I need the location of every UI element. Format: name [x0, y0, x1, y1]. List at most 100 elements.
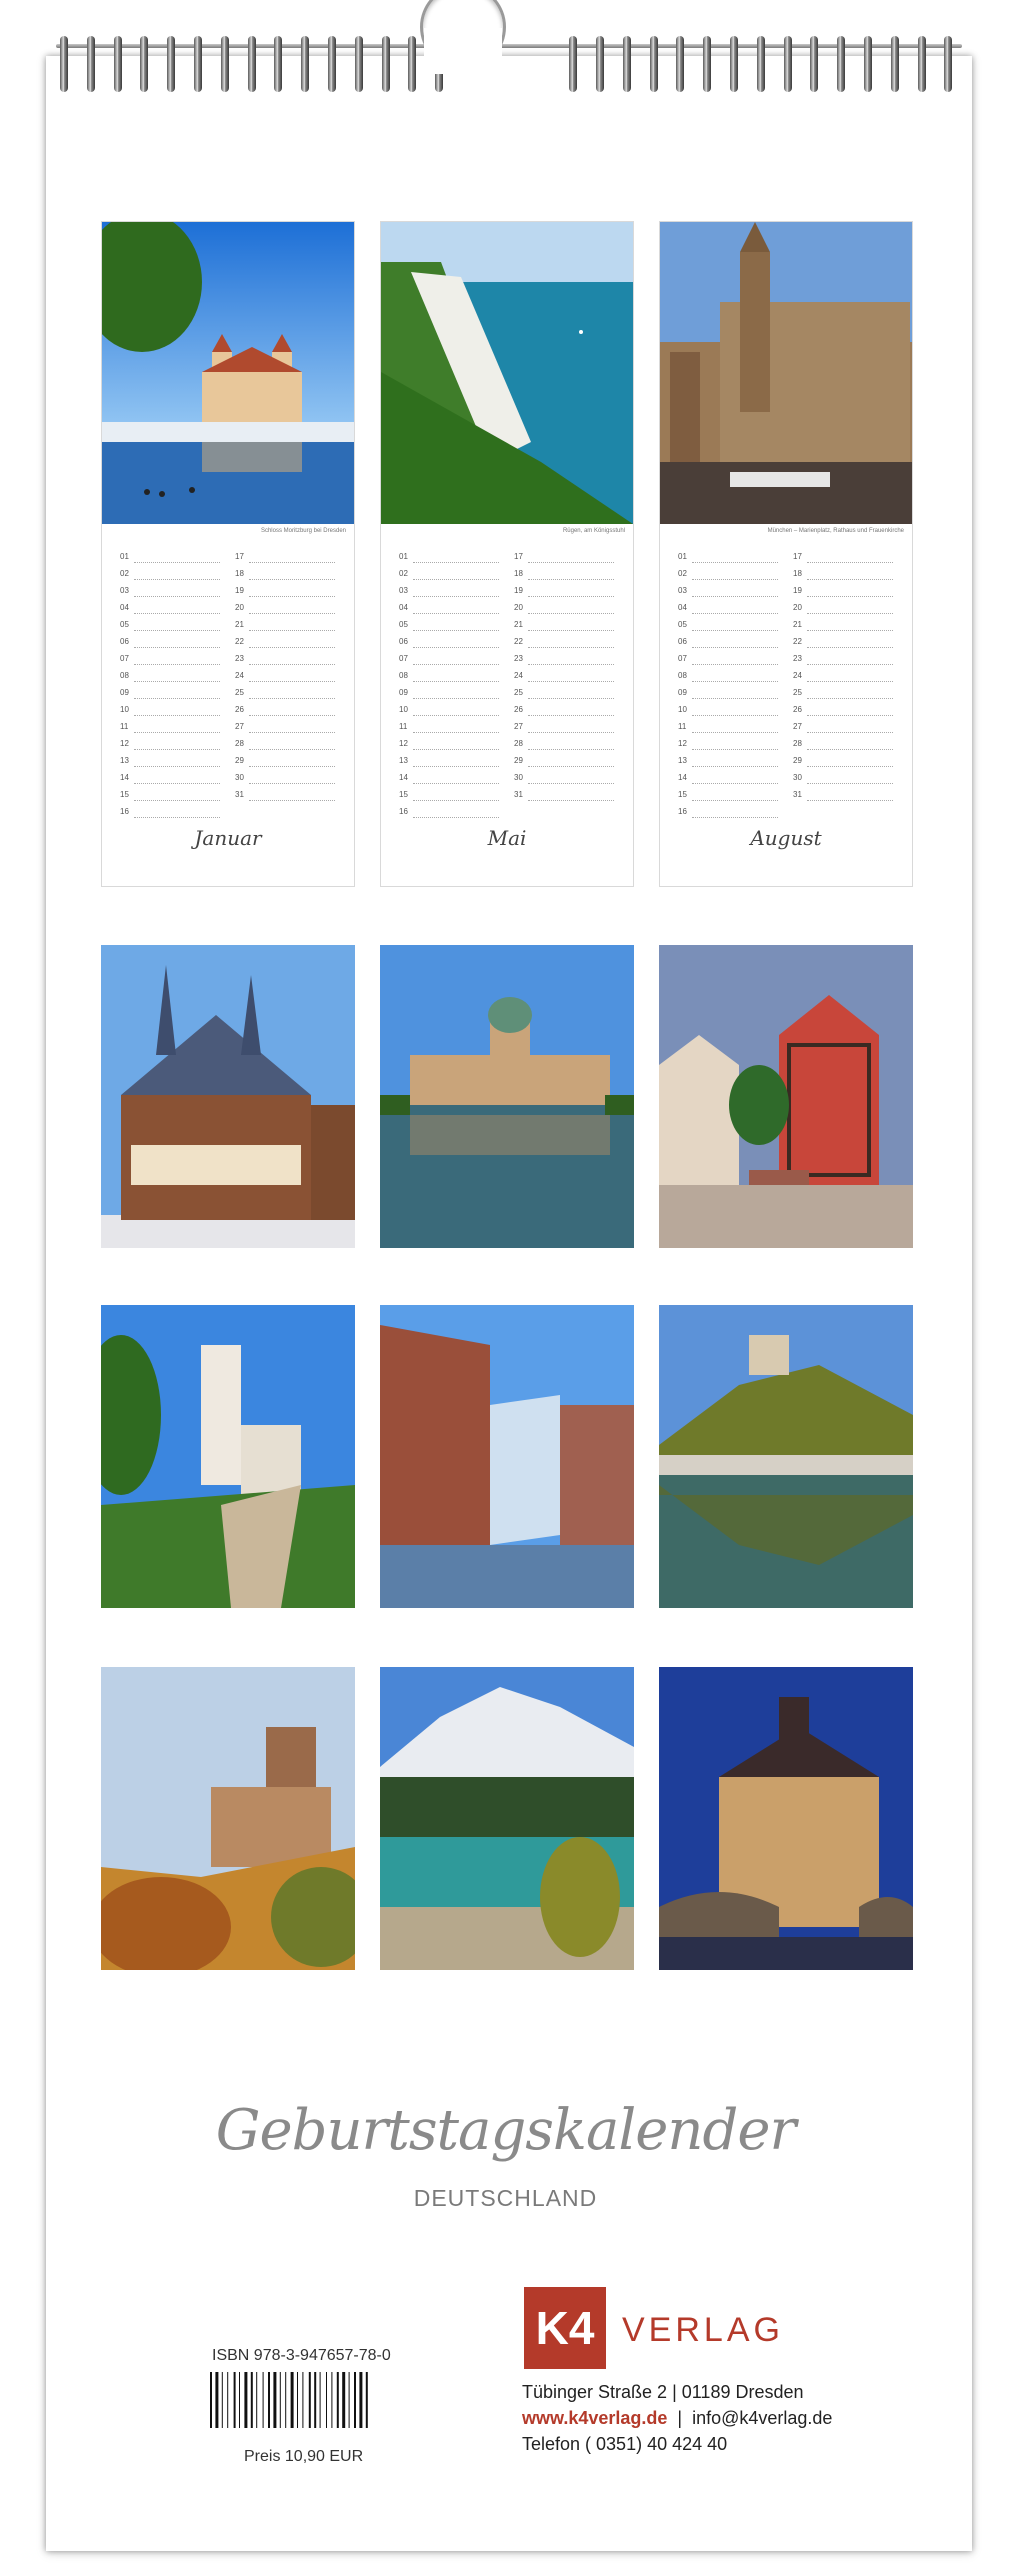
day-line[interactable]: 20	[793, 601, 897, 618]
day-line[interactable]: 07	[399, 652, 503, 669]
day-line[interactable]: 21	[514, 618, 618, 635]
day-line[interactable]: 26	[514, 703, 618, 720]
day-line[interactable]: 19	[235, 584, 339, 601]
day-line[interactable]: 04	[120, 601, 224, 618]
day-line[interactable]: 10	[678, 703, 782, 720]
day-line[interactable]: 15	[120, 788, 224, 805]
day-line[interactable]: 09	[399, 686, 503, 703]
day-line[interactable]: 23	[235, 652, 339, 669]
day-line[interactable]: 26	[235, 703, 339, 720]
day-line[interactable]: 23	[793, 652, 897, 669]
day-line[interactable]: 20	[235, 601, 339, 618]
day-line[interactable]: 20	[514, 601, 618, 618]
day-line[interactable]: 08	[678, 669, 782, 686]
day-line[interactable]: 18	[793, 567, 897, 584]
day-line[interactable]: 11	[678, 720, 782, 737]
day-writing-line	[528, 613, 614, 614]
day-line[interactable]: 09	[678, 686, 782, 703]
day-line[interactable]: 25	[235, 686, 339, 703]
day-line[interactable]: 15	[678, 788, 782, 805]
day-line[interactable]: 14	[399, 771, 503, 788]
day-line[interactable]: 02	[120, 567, 224, 584]
day-writing-line	[807, 647, 893, 648]
day-line[interactable]: 31	[514, 788, 618, 805]
day-line[interactable]: 02	[399, 567, 503, 584]
day-line[interactable]: 22	[793, 635, 897, 652]
day-line[interactable]: 01	[120, 550, 224, 567]
day-line[interactable]: 17	[235, 550, 339, 567]
day-line[interactable]: 11	[120, 720, 224, 737]
day-line[interactable]: 24	[514, 669, 618, 686]
day-line[interactable]: 23	[514, 652, 618, 669]
day-line[interactable]: 13	[399, 754, 503, 771]
day-line[interactable]: 19	[514, 584, 618, 601]
day-line[interactable]: 30	[793, 771, 897, 788]
day-line[interactable]: 08	[399, 669, 503, 686]
day-line[interactable]: 10	[399, 703, 503, 720]
day-line[interactable]: 16	[120, 805, 224, 822]
day-line[interactable]: 05	[678, 618, 782, 635]
day-line[interactable]: 29	[793, 754, 897, 771]
barcode-bar	[290, 2372, 294, 2428]
day-line[interactable]: 12	[120, 737, 224, 754]
day-writing-line	[134, 630, 220, 631]
day-line[interactable]: 12	[678, 737, 782, 754]
day-line[interactable]: 03	[399, 584, 503, 601]
day-line[interactable]: 04	[678, 601, 782, 618]
day-line[interactable]: 14	[120, 771, 224, 788]
day-line[interactable]: 28	[793, 737, 897, 754]
day-line[interactable]: 05	[120, 618, 224, 635]
day-line[interactable]: 22	[514, 635, 618, 652]
day-line[interactable]: 18	[235, 567, 339, 584]
day-line[interactable]: 28	[514, 737, 618, 754]
publisher-email-link[interactable]: info@k4verlag.de	[692, 2408, 832, 2428]
day-line[interactable]: 11	[399, 720, 503, 737]
day-line[interactable]: 17	[514, 550, 618, 567]
day-line[interactable]: 15	[399, 788, 503, 805]
day-line[interactable]: 16	[678, 805, 782, 822]
day-line[interactable]: 25	[793, 686, 897, 703]
day-line[interactable]: 06	[120, 635, 224, 652]
day-line[interactable]: 24	[235, 669, 339, 686]
day-line[interactable]: 03	[120, 584, 224, 601]
day-line[interactable]: 29	[514, 754, 618, 771]
day-line[interactable]: 08	[120, 669, 224, 686]
day-line[interactable]: 21	[235, 618, 339, 635]
day-line[interactable]: 14	[678, 771, 782, 788]
day-line[interactable]: 01	[678, 550, 782, 567]
day-line[interactable]: 19	[793, 584, 897, 601]
day-line[interactable]: 05	[399, 618, 503, 635]
day-line[interactable]: 27	[235, 720, 339, 737]
day-line[interactable]: 21	[793, 618, 897, 635]
day-line[interactable]: 25	[514, 686, 618, 703]
day-line[interactable]: 07	[678, 652, 782, 669]
day-line[interactable]: 31	[793, 788, 897, 805]
day-line[interactable]: 17	[793, 550, 897, 567]
day-line[interactable]: 06	[678, 635, 782, 652]
day-line[interactable]: 13	[120, 754, 224, 771]
day-line[interactable]: 27	[793, 720, 897, 737]
day-line[interactable]: 09	[120, 686, 224, 703]
day-line[interactable]: 28	[235, 737, 339, 754]
day-line[interactable]: 10	[120, 703, 224, 720]
day-line[interactable]: 27	[514, 720, 618, 737]
day-line[interactable]: 18	[514, 567, 618, 584]
day-line[interactable]: 03	[678, 584, 782, 601]
day-line[interactable]: 06	[399, 635, 503, 652]
publisher-website-link[interactable]: www.k4verlag.de	[522, 2408, 667, 2428]
day-line[interactable]: 04	[399, 601, 503, 618]
binding-coil	[810, 36, 819, 92]
day-line[interactable]: 07	[120, 652, 224, 669]
day-line[interactable]: 12	[399, 737, 503, 754]
day-line[interactable]: 01	[399, 550, 503, 567]
day-line[interactable]: 16	[399, 805, 503, 822]
day-line[interactable]: 29	[235, 754, 339, 771]
day-line[interactable]: 30	[235, 771, 339, 788]
day-line[interactable]: 30	[514, 771, 618, 788]
day-line[interactable]: 13	[678, 754, 782, 771]
day-line[interactable]: 26	[793, 703, 897, 720]
day-line[interactable]: 02	[678, 567, 782, 584]
day-line[interactable]: 22	[235, 635, 339, 652]
day-line[interactable]: 31	[235, 788, 339, 805]
day-line[interactable]: 24	[793, 669, 897, 686]
